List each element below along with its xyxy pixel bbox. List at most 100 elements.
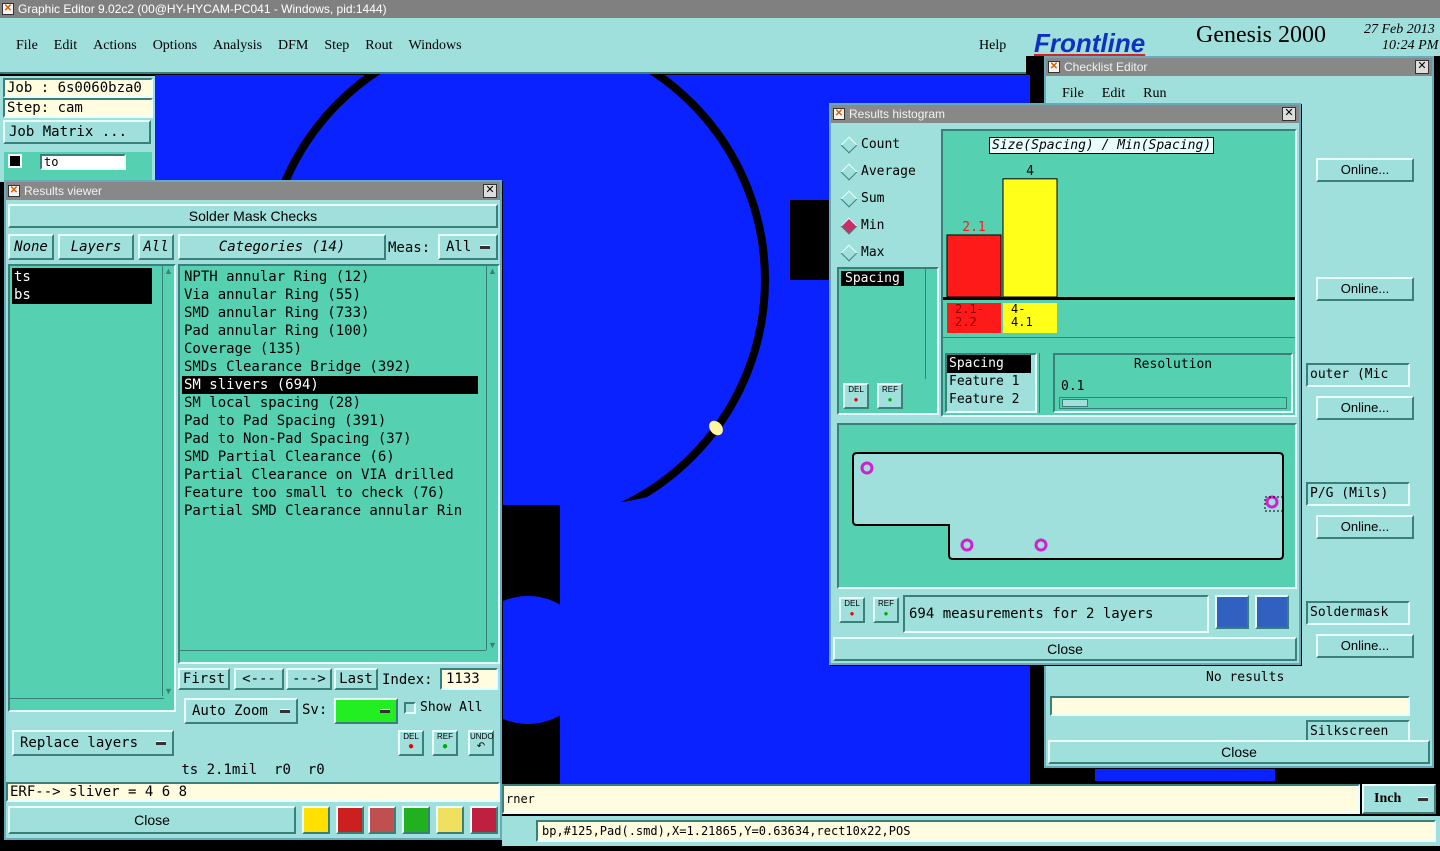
sv-dropdown[interactable] — [334, 698, 398, 724]
layer-preview[interactable] — [837, 423, 1297, 589]
category-list-hscroll[interactable] — [180, 650, 486, 662]
menu-analysis[interactable]: Analysis — [213, 38, 262, 54]
command-prompt[interactable]: rner — [502, 784, 1360, 814]
unit-dropdown[interactable]: Inch — [1362, 784, 1436, 814]
attribute-spacing[interactable]: Spacing — [841, 271, 904, 286]
category-item[interactable]: Via annular Ring (55) — [182, 286, 478, 304]
hist-attr-item[interactable]: Feature 2 — [947, 391, 1035, 409]
checklist-menu-edit[interactable]: Edit — [1102, 86, 1125, 102]
menu-dfm[interactable]: DFM — [278, 38, 308, 54]
layer-item[interactable]: ts — [12, 268, 152, 286]
mode-count[interactable]: Count — [837, 135, 937, 155]
online-button[interactable]: Online... — [1316, 277, 1414, 301]
resolution-slider[interactable] — [1059, 397, 1287, 409]
last-button[interactable]: Last — [334, 668, 378, 690]
check-heading[interactable]: Solder Mask Checks — [8, 204, 498, 228]
category-item[interactable]: Pad annular Ring (100) — [182, 322, 478, 340]
online-button[interactable]: Online... — [1316, 158, 1414, 182]
attribute-list[interactable]: Spacing DEL ● REF ● — [837, 267, 939, 415]
undo-button[interactable]: UNDO ↶ — [468, 730, 494, 756]
category-item[interactable]: Coverage (135) — [182, 340, 478, 358]
layer-list-scrollbar[interactable]: ▲ ▼ — [162, 266, 174, 696]
category-item[interactable]: SMDs Clearance Bridge (392) — [182, 358, 478, 376]
slider-thumb[interactable] — [1062, 399, 1088, 407]
checklist-close-button[interactable]: Close — [1048, 740, 1430, 764]
index-input[interactable]: 1133 — [440, 668, 498, 690]
close-icon[interactable]: ✕ — [1282, 107, 1296, 121]
meas-dropdown[interactable]: All — [438, 234, 498, 260]
ref-button[interactable]: REF ● — [432, 730, 458, 756]
zoom-to-icon[interactable] — [1215, 595, 1249, 629]
category-item[interactable]: SM local spacing (28) — [182, 394, 478, 412]
checklist-menu-run[interactable]: Run — [1143, 86, 1166, 102]
menu-step[interactable]: Step — [324, 38, 349, 54]
zoom-home-icon[interactable] — [1255, 595, 1289, 629]
online-button[interactable]: Online... — [1316, 396, 1414, 420]
category-item[interactable]: Partial Clearance on VIA drilled — [182, 466, 478, 484]
job-matrix-button[interactable]: Job Matrix ... — [3, 120, 151, 144]
mode-average[interactable]: Average — [837, 162, 937, 182]
close-icon[interactable]: ✕ — [1415, 60, 1429, 74]
categories-button[interactable]: Categories (14) — [178, 234, 386, 260]
close-icon[interactable]: ✕ — [483, 184, 497, 198]
tool-icon-2[interactable] — [336, 806, 364, 834]
replace-layers-dropdown[interactable]: Replace layers — [12, 730, 174, 756]
next-button[interactable]: ---> — [286, 668, 332, 690]
first-button[interactable]: First — [178, 668, 230, 690]
online-button[interactable]: Online... — [1316, 634, 1414, 658]
menu-edit[interactable]: Edit — [54, 38, 77, 54]
hist-attr-item[interactable]: Feature 1 — [947, 373, 1035, 391]
menu-windows[interactable]: Windows — [409, 38, 462, 54]
category-item[interactable]: Feature too small to check (76) — [182, 484, 478, 502]
menu-help[interactable]: Help — [979, 38, 1006, 54]
histogram-bar[interactable] — [1002, 178, 1058, 298]
checklist-menu-file[interactable]: File — [1062, 86, 1084, 102]
range-label[interactable]: 2.1- 2.2 — [947, 303, 1001, 333]
range-label[interactable]: 4- 4.1 — [1003, 303, 1057, 333]
prev-button[interactable]: <--- — [234, 668, 284, 690]
hist-ref-button[interactable]: REF ● — [877, 383, 903, 409]
checklist-input[interactable] — [1050, 696, 1410, 716]
auto-zoom-dropdown[interactable]: Auto Zoom — [184, 698, 298, 724]
histogram-icon[interactable] — [470, 806, 498, 834]
del-button[interactable]: DEL ● — [398, 730, 424, 756]
layers-button[interactable]: Layers — [58, 234, 134, 260]
category-item[interactable]: Pad to Pad Spacing (391) — [182, 412, 478, 430]
layer-checkbox[interactable] — [8, 154, 22, 168]
all-button[interactable]: All — [138, 234, 174, 260]
category-item[interactable]: NPTH annular Ring (12) — [182, 268, 478, 286]
layer-item[interactable]: bs — [12, 286, 152, 304]
category-item[interactable]: Partial SMD Clearance annular Rin — [182, 502, 478, 520]
erf-icon[interactable] — [368, 806, 396, 834]
hist-attr-item[interactable]: Spacing — [947, 355, 1031, 373]
mode-sum[interactable]: Sum — [837, 189, 937, 209]
layer-list[interactable]: ts bs ▲ ▼ — [8, 264, 176, 712]
show-all-checkbox[interactable] — [404, 702, 416, 714]
none-button[interactable]: None — [8, 234, 54, 260]
counter-icon[interactable] — [402, 806, 430, 834]
menu-rout[interactable]: Rout — [365, 38, 392, 54]
menu-file[interactable]: File — [16, 38, 38, 54]
report-icon[interactable] — [436, 806, 464, 834]
online-button[interactable]: Online... — [1316, 515, 1414, 539]
histogram-close-button[interactable]: Close — [833, 637, 1297, 661]
layer-chip[interactable]: to — [40, 154, 126, 170]
hist-del-button[interactable]: DEL ● — [843, 383, 869, 409]
category-list-scrollbar[interactable]: ▲ ▼ — [486, 266, 498, 650]
tool-icon-1[interactable] — [302, 806, 330, 834]
close-button[interactable]: Close — [8, 806, 296, 834]
layer-list-hscroll[interactable] — [10, 698, 164, 710]
mode-max[interactable]: Max — [837, 243, 937, 263]
preview-ref-button[interactable]: REF ● — [873, 597, 899, 623]
histogram-hscroll[interactable] — [943, 337, 1295, 349]
category-list[interactable]: NPTH annular Ring (12) Via annular Ring (… — [178, 264, 500, 664]
category-item[interactable]: SMD Partial Clearance (6) — [182, 448, 478, 466]
mode-min[interactable]: Min — [837, 216, 937, 236]
category-item[interactable]: Pad to Non-Pad Spacing (37) — [182, 430, 478, 448]
hist-attr-list[interactable]: Spacing Feature 1 Feature 2 — [945, 353, 1037, 413]
histogram-bar[interactable] — [946, 234, 1002, 298]
preview-del-button[interactable]: DEL ● — [839, 597, 865, 623]
category-item[interactable]: SM slivers (694) — [182, 376, 478, 394]
menu-actions[interactable]: Actions — [93, 38, 137, 54]
category-item[interactable]: SMD annular Ring (733) — [182, 304, 478, 322]
